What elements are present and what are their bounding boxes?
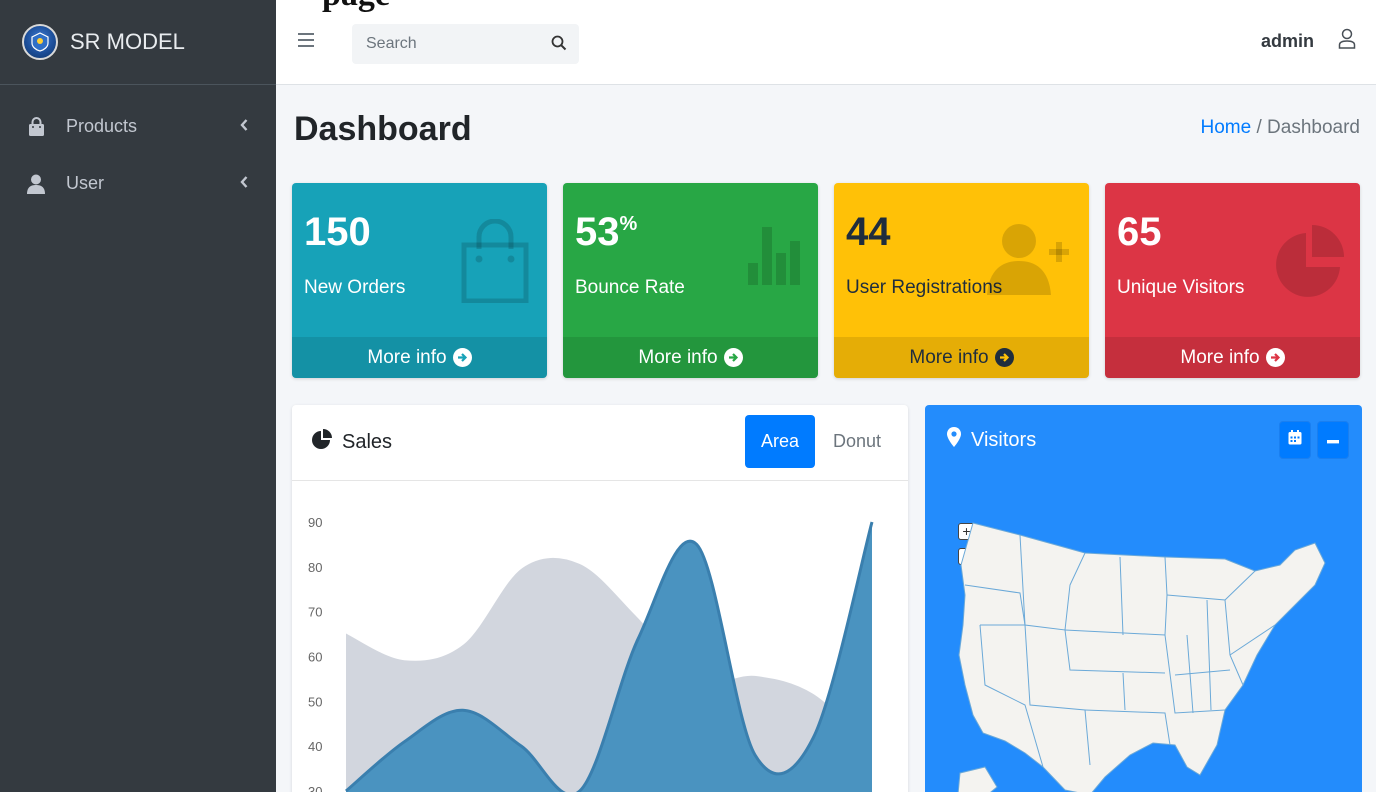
stat-value: 150 (304, 210, 371, 254)
stat-box-user-registrations: 44 User Registrations More info (834, 183, 1089, 378)
calendar-icon (1288, 430, 1302, 450)
stat-label: New Orders (304, 277, 406, 298)
sidebar-item-user[interactable]: User (0, 155, 276, 212)
visitors-card: Visitors + − (925, 405, 1362, 792)
username[interactable]: admin (1261, 31, 1314, 52)
menu-toggle-icon[interactable] (298, 33, 314, 47)
sidebar: SR MODEL Products User (0, 0, 276, 792)
breadcrumb: Home / Dashboard (1201, 117, 1360, 139)
y-tick-label: 30 (308, 784, 322, 792)
page-heading-fragment: page (322, 0, 390, 12)
brand-logo (22, 24, 58, 60)
y-tick-label: 40 (308, 739, 322, 754)
more-info-link[interactable]: More info (1105, 337, 1360, 378)
minus-icon (1327, 431, 1339, 449)
search-icon[interactable] (551, 35, 567, 56)
breadcrumb-home-link[interactable]: Home (1201, 117, 1252, 138)
more-info-link[interactable]: More info (834, 337, 1089, 378)
search-input[interactable]: Search (352, 24, 579, 64)
more-info-label: More info (909, 346, 989, 368)
stat-value: 65 (1117, 210, 1162, 254)
stat-value: 53% (575, 210, 638, 254)
visitors-title: Visitors (947, 427, 1036, 453)
chevron-left-icon (240, 175, 248, 193)
breadcrumb-current: Dashboard (1267, 117, 1360, 138)
stat-label: Unique Visitors (1117, 277, 1245, 298)
page-title: Dashboard (294, 110, 472, 148)
more-info-label: More info (638, 346, 718, 368)
user-outline-icon[interactable] (1338, 28, 1356, 55)
top-navbar: Search admin (276, 0, 1376, 85)
stat-label: Bounce Rate (575, 277, 685, 298)
sales-title-text: Sales (342, 430, 393, 453)
pie-chart-icon (1274, 219, 1344, 308)
y-tick-label: 90 (308, 515, 322, 530)
arrow-circle-right-icon (1265, 348, 1285, 367)
stat-box-bounce-rate: 53% Bounce Rate More info (563, 183, 818, 378)
calendar-button[interactable] (1279, 421, 1311, 459)
y-tick-label: 70 (308, 605, 322, 620)
tab-area[interactable]: Area (745, 415, 815, 468)
chevron-left-icon (240, 118, 248, 136)
arrow-circle-right-icon (723, 348, 743, 367)
sales-area-chart: 90 80 70 60 50 40 30 (308, 515, 874, 792)
usa-map[interactable] (925, 505, 1362, 792)
y-tick-label: 60 (308, 650, 322, 665)
shopping-bag-icon (459, 218, 531, 308)
collapse-button[interactable] (1317, 421, 1349, 459)
sales-card-header: Sales Area Donut (292, 405, 908, 481)
sidebar-item-label: Products (66, 116, 138, 136)
map-states (958, 522, 1326, 792)
sidebar-item-products[interactable]: Products (0, 98, 276, 155)
more-info-link[interactable]: More info (292, 337, 547, 378)
user-plus-icon (987, 221, 1073, 302)
stat-label: User Registrations (846, 277, 1003, 298)
sidebar-item-label: User (66, 173, 105, 193)
user-icon (26, 174, 46, 194)
more-info-label: More info (1180, 346, 1260, 368)
breadcrumb-separator: / (1256, 117, 1262, 138)
brand-name: SR MODEL (70, 29, 185, 54)
more-info-link[interactable]: More info (563, 337, 818, 378)
arrow-circle-right-icon (994, 348, 1014, 367)
more-info-label: More info (367, 346, 447, 368)
stat-value: 44 (846, 210, 891, 254)
y-tick-label: 50 (308, 694, 322, 709)
stat-box-new-orders: 150 New Orders More info (292, 183, 547, 378)
tab-donut[interactable]: Donut (822, 415, 892, 468)
arrow-circle-right-icon (452, 348, 472, 367)
sales-card: Sales Area Donut 90 80 70 60 50 40 30 (292, 405, 908, 792)
search-placeholder: Search (366, 35, 417, 52)
map-alaska (957, 766, 998, 792)
brand[interactable]: SR MODEL (0, 0, 276, 85)
stat-box-unique-visitors: 65 Unique Visitors More info (1105, 183, 1360, 378)
y-tick-label: 80 (308, 560, 322, 575)
shopping-bag-icon (26, 116, 46, 137)
bar-chart-icon (748, 227, 800, 292)
sales-title: Sales (312, 429, 392, 455)
pie-chart-icon (312, 429, 332, 455)
visitors-title-text: Visitors (971, 428, 1037, 451)
stat-boxes: 150 New Orders More info 53% Bounce Rate… (292, 183, 1361, 378)
map-marker-icon (947, 427, 961, 453)
